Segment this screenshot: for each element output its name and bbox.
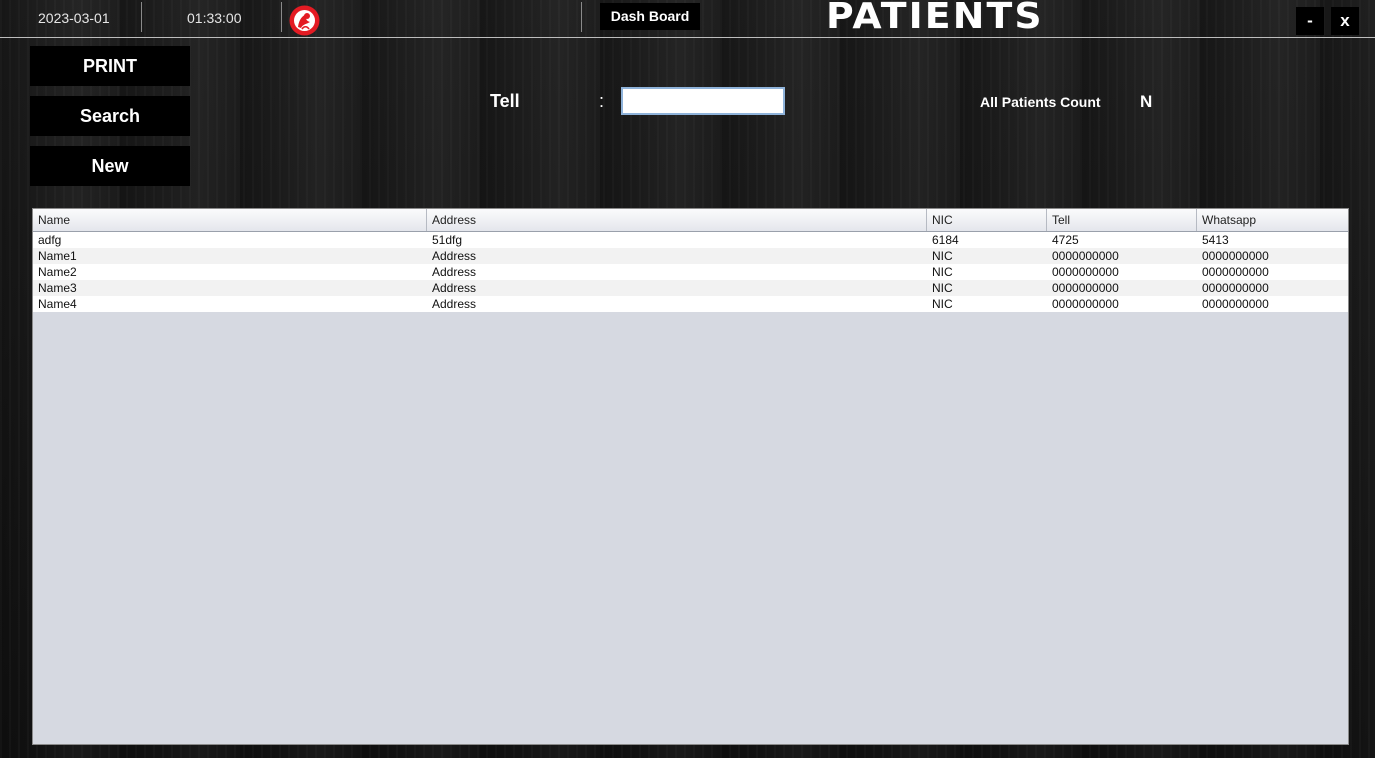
cell-nic: NIC (932, 249, 953, 263)
cell-address: Address (432, 249, 477, 263)
table-row[interactable]: Name2 Address NIC 0000000000 0000000000 (33, 264, 1348, 280)
cell-nic: NIC (932, 297, 953, 311)
cell-address: Address (432, 265, 477, 279)
patients-count-value: N (1140, 92, 1153, 111)
new-patient-button[interactable]: New (30, 146, 190, 186)
cell-name: Name3 (38, 281, 77, 295)
column-header-whatsapp[interactable]: Whatsapp (1197, 209, 1348, 231)
cell-address: 51dfg (432, 233, 463, 247)
print-button[interactable]: PRINT (30, 46, 190, 86)
tell-search-input[interactable] (621, 87, 785, 115)
cell-tell: 0000000000 (1052, 297, 1119, 311)
cell-whatsapp: 5413 (1202, 233, 1229, 247)
column-header-address[interactable]: Address (427, 209, 927, 231)
brand-logo-icon (289, 5, 320, 36)
table-row[interactable]: adfg 51dfg 6184 4725 5413 (33, 232, 1348, 248)
cell-whatsapp: 0000000000 (1202, 249, 1269, 263)
divider (141, 2, 142, 32)
cell-whatsapp: 0000000000 (1202, 265, 1269, 279)
page-title: PATIENTS (826, 0, 1044, 37)
cell-tell: 0000000000 (1052, 281, 1119, 295)
table-row[interactable]: Name3 Address NIC 0000000000 0000000000 (33, 280, 1348, 296)
current-date: 2023-03-01 (38, 10, 110, 26)
cell-nic: NIC (932, 265, 953, 279)
cell-address: Address (432, 281, 477, 295)
cell-name: adfg (38, 233, 62, 247)
table-row[interactable]: Name1 Address NIC 0000000000 0000000000 (33, 248, 1348, 264)
column-header-name[interactable]: Name (33, 209, 427, 231)
tell-colon: : (599, 91, 605, 111)
search-button[interactable]: Search (30, 96, 190, 136)
table-header: Name Address NIC Tell Whatsapp (33, 209, 1348, 232)
patients-table[interactable]: Name Address NIC Tell Whatsapp adfg 51df… (32, 208, 1349, 745)
minimize-button[interactable]: - (1296, 7, 1324, 35)
cell-tell: 0000000000 (1052, 249, 1119, 263)
current-time: 01:33:00 (187, 10, 242, 26)
patients-count-label: All Patients Count (980, 94, 1101, 110)
cell-tell: 4725 (1052, 233, 1079, 247)
cell-nic: 6184 (932, 233, 959, 247)
tell-label: Tell (490, 91, 520, 111)
cell-tell: 0000000000 (1052, 265, 1119, 279)
cell-name: Name1 (38, 249, 77, 263)
cell-address: Address (432, 297, 477, 311)
column-header-nic[interactable]: NIC (927, 209, 1047, 231)
divider (281, 2, 282, 32)
dashboard-button[interactable]: Dash Board (600, 3, 700, 30)
cell-nic: NIC (932, 281, 953, 295)
cell-name: Name4 (38, 297, 77, 311)
table-row[interactable]: Name4 Address NIC 0000000000 0000000000 (33, 296, 1348, 312)
header-divider (0, 37, 1375, 38)
cell-whatsapp: 0000000000 (1202, 297, 1269, 311)
close-button[interactable]: x (1331, 7, 1359, 35)
divider (581, 2, 582, 32)
cell-whatsapp: 0000000000 (1202, 281, 1269, 295)
column-header-tell[interactable]: Tell (1047, 209, 1197, 231)
cell-name: Name2 (38, 265, 77, 279)
